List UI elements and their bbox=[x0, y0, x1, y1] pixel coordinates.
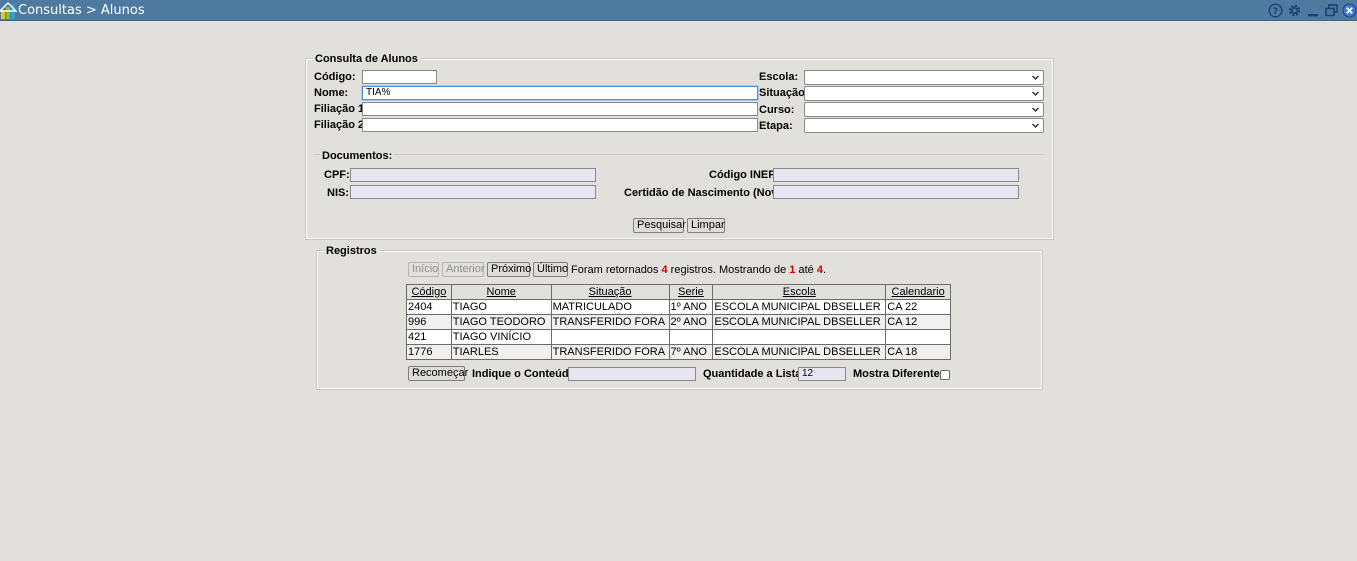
close-icon[interactable] bbox=[1342, 3, 1357, 18]
escola-select[interactable] bbox=[804, 70, 1044, 85]
cell-serie[interactable] bbox=[668, 329, 714, 345]
cell-situacao[interactable]: TRANSFERIDO FORA bbox=[550, 344, 670, 360]
codigo-inep-input[interactable] bbox=[773, 168, 1019, 182]
cell-calendario[interactable]: CA 18 bbox=[885, 344, 951, 360]
restore-icon[interactable] bbox=[1324, 3, 1339, 18]
mostra-diferentes-checkbox[interactable] bbox=[940, 370, 950, 380]
cell-nome[interactable]: TIARLES bbox=[450, 344, 552, 360]
registros-legend: Registros bbox=[324, 245, 379, 258]
documentos-divider bbox=[315, 154, 1044, 155]
etapa-label: Etapa: bbox=[759, 120, 793, 132]
cell-serie[interactable]: 7º ANO bbox=[668, 344, 714, 360]
cell-codigo[interactable]: 996 bbox=[406, 314, 452, 330]
cell-nome[interactable]: TIAGO bbox=[450, 299, 552, 315]
cpf-input[interactable] bbox=[350, 168, 596, 182]
pesquisar-button[interactable]: Pesquisar bbox=[633, 218, 686, 233]
svg-text:?: ? bbox=[1273, 7, 1278, 17]
filiacao1-input[interactable] bbox=[362, 102, 758, 116]
nis-label: NIS: bbox=[327, 187, 349, 199]
help-icon[interactable]: ? bbox=[1268, 3, 1283, 18]
quantidade-input[interactable]: 12 bbox=[798, 367, 846, 381]
info-prefix: Foram retornados bbox=[571, 264, 662, 276]
col-escola-header[interactable]: Escola bbox=[712, 284, 887, 300]
cell-situacao[interactable] bbox=[550, 329, 670, 345]
table-row[interactable]: 1776 TIARLES TRANSFERIDO FORA 7º ANO ESC… bbox=[406, 344, 951, 360]
filiacao2-label: Filiação 2: bbox=[314, 119, 368, 131]
cell-escola[interactable]: ESCOLA MUNICIPAL DBSELLER bbox=[712, 314, 887, 330]
chevron-down-icon bbox=[1032, 75, 1039, 80]
results-table: Código Nome Situação Serie Escola Calend… bbox=[406, 284, 951, 360]
curso-select[interactable] bbox=[804, 102, 1044, 117]
col-nome-header[interactable]: Nome bbox=[450, 284, 552, 300]
minimize-icon[interactable] bbox=[1306, 3, 1321, 18]
chevron-down-icon bbox=[1032, 123, 1039, 128]
codigo-label: Código: bbox=[314, 71, 356, 83]
cell-calendario[interactable]: CA 12 bbox=[885, 314, 951, 330]
inicio-button[interactable]: Início bbox=[408, 262, 439, 277]
table-header-row: Código Nome Situação Serie Escola Calend… bbox=[406, 284, 951, 300]
col-serie-header[interactable]: Serie bbox=[668, 284, 714, 300]
quantidade-label: Quantidade a Listar: bbox=[703, 368, 810, 380]
cell-serie[interactable]: 1º ANO bbox=[668, 299, 714, 315]
info-suffix: . bbox=[822, 264, 826, 276]
codigo-input[interactable] bbox=[362, 70, 437, 84]
col-calendario-header[interactable]: Calendario bbox=[885, 284, 951, 300]
filiacao1-label: Filiação 1: bbox=[314, 103, 368, 115]
cell-escola[interactable] bbox=[712, 329, 887, 345]
etapa-select[interactable] bbox=[804, 118, 1044, 133]
mostra-diferentes-label: Mostra Diferentes: bbox=[853, 368, 950, 380]
escola-label: Escola: bbox=[759, 71, 799, 83]
cpf-label: CPF: bbox=[324, 169, 350, 181]
cell-serie[interactable]: 2º ANO bbox=[668, 314, 714, 330]
table-row[interactable]: 2404 TIAGO MATRICULADO 1º ANO ESCOLA MUN… bbox=[406, 299, 951, 315]
cell-situacao[interactable]: MATRICULADO bbox=[550, 299, 670, 315]
chevron-down-icon bbox=[1032, 107, 1039, 112]
app-logo-icon bbox=[0, 2, 18, 19]
recomecar-button[interactable]: Recomeçar bbox=[408, 366, 468, 381]
info-middle: registros. Mostrando de bbox=[667, 264, 790, 276]
nome-label: Nome: bbox=[314, 87, 349, 99]
cell-codigo[interactable]: 421 bbox=[406, 329, 452, 345]
conteudo-label: Indique o Conteúdo: bbox=[472, 368, 579, 380]
cell-escola[interactable]: ESCOLA MUNICIPAL DBSELLER bbox=[712, 344, 887, 360]
cell-situacao[interactable]: TRANSFERIDO FORA bbox=[550, 314, 670, 330]
proximo-button[interactable]: Próximo bbox=[487, 262, 531, 277]
cell-nome[interactable]: TIAGO TEODORO bbox=[450, 314, 552, 330]
filiacao2-input[interactable] bbox=[362, 118, 758, 132]
ultimo-button[interactable]: Último bbox=[533, 262, 568, 277]
documentos-legend: Documentos: bbox=[320, 150, 395, 163]
conteudo-input[interactable] bbox=[568, 367, 696, 381]
info-until: até bbox=[795, 264, 817, 276]
gear-icon[interactable] bbox=[1287, 3, 1302, 18]
chevron-down-icon bbox=[1032, 91, 1039, 96]
codigo-inep-label: Código INEP: bbox=[709, 169, 780, 181]
col-codigo-header[interactable]: Código bbox=[406, 284, 452, 300]
consulta-alunos-legend: Consulta de Alunos bbox=[313, 53, 420, 66]
cell-nome[interactable]: TIAGO VINÍCIO bbox=[450, 329, 552, 345]
cell-codigo[interactable]: 2404 bbox=[406, 299, 452, 315]
results-info: Foram retornados 4 registros. Mostrando … bbox=[571, 264, 826, 277]
table-row[interactable]: 996 TIAGO TEODORO TRANSFERIDO FORA 2º AN… bbox=[406, 314, 951, 330]
limpar-button[interactable]: Limpar bbox=[687, 218, 725, 233]
certidao-label: Certidão de Nascimento (Nova): bbox=[624, 187, 791, 199]
cell-escola[interactable]: ESCOLA MUNICIPAL DBSELLER bbox=[712, 299, 887, 315]
table-row[interactable]: 421 TIAGO VINÍCIO bbox=[406, 329, 951, 345]
certidao-input[interactable] bbox=[773, 185, 1019, 199]
breadcrumb: Consultas > Alunos bbox=[18, 3, 145, 18]
curso-label: Curso: bbox=[759, 104, 795, 116]
cell-calendario[interactable]: CA 22 bbox=[885, 299, 951, 315]
nome-input[interactable]: TIA% bbox=[362, 86, 758, 100]
cell-codigo[interactable]: 1776 bbox=[406, 344, 452, 360]
anterior-button[interactable]: Anterior bbox=[442, 262, 485, 277]
cell-calendario[interactable] bbox=[885, 329, 951, 345]
situacao-select[interactable] bbox=[804, 86, 1044, 101]
nis-input[interactable] bbox=[350, 185, 596, 199]
title-bar: Consultas > Alunos ? bbox=[0, 0, 1357, 21]
col-situacao-header[interactable]: Situação bbox=[550, 284, 670, 300]
situacao-label: Situação: bbox=[759, 87, 809, 99]
